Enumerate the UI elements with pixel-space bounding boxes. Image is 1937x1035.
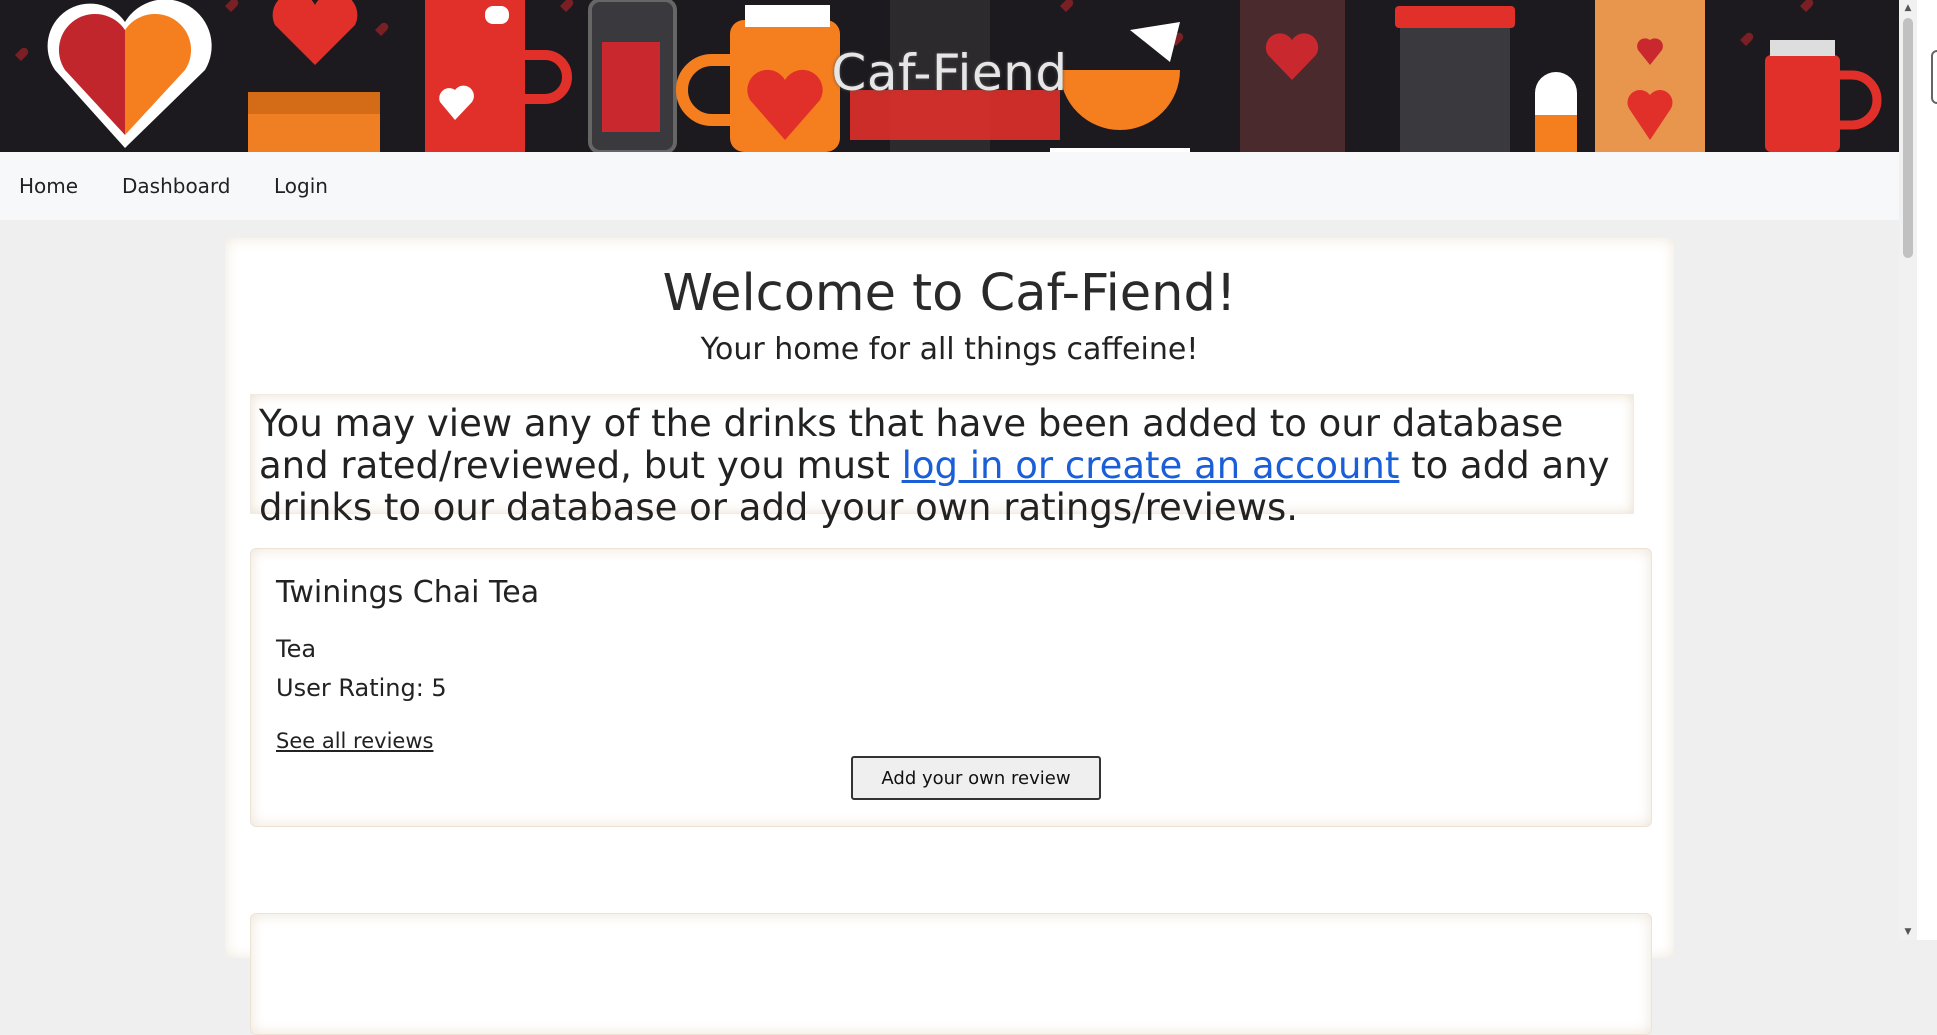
drink-name: Twinings Chai Tea	[276, 575, 540, 610]
page-scrollbar[interactable]: ▲ ▼	[1899, 0, 1917, 940]
top-navbar: Home Dashboard Login	[0, 152, 1899, 220]
see-all-reviews-link[interactable]: See all reviews	[276, 729, 433, 753]
nav-home-link[interactable]: Home	[19, 174, 78, 198]
window-edge	[1917, 0, 1937, 940]
drink-card-next	[250, 913, 1652, 1035]
header-banner: Caf-Fiend	[0, 0, 1899, 152]
info-message: You may view any of the drinks that have…	[250, 394, 1634, 529]
login-create-account-link[interactable]: log in or create an account	[902, 444, 1400, 487]
scroll-up-arrow-icon[interactable]: ▲	[1899, 0, 1917, 16]
side-panel-handle-icon[interactable]	[1931, 50, 1937, 104]
add-review-button[interactable]: Add your own review	[851, 756, 1101, 800]
nav-dashboard-link[interactable]: Dashboard	[122, 174, 231, 198]
welcome-title: Welcome to Caf-Fiend!	[662, 264, 1237, 323]
welcome-subtitle: Your home for all things caffeine!	[700, 332, 1199, 367]
scroll-down-arrow-icon[interactable]: ▼	[1899, 924, 1917, 940]
main-panel: Welcome to Caf-Fiend! Your home for all …	[225, 238, 1674, 1035]
site-title: Caf-Fiend	[831, 44, 1068, 102]
scrollbar-thumb[interactable]	[1903, 18, 1913, 258]
nav-login-link[interactable]: Login	[274, 174, 328, 198]
drink-card: Twinings Chai Tea Tea User Rating: 5 See…	[250, 548, 1652, 827]
drink-rating: User Rating: 5	[276, 674, 447, 702]
drink-type: Tea	[276, 635, 317, 663]
